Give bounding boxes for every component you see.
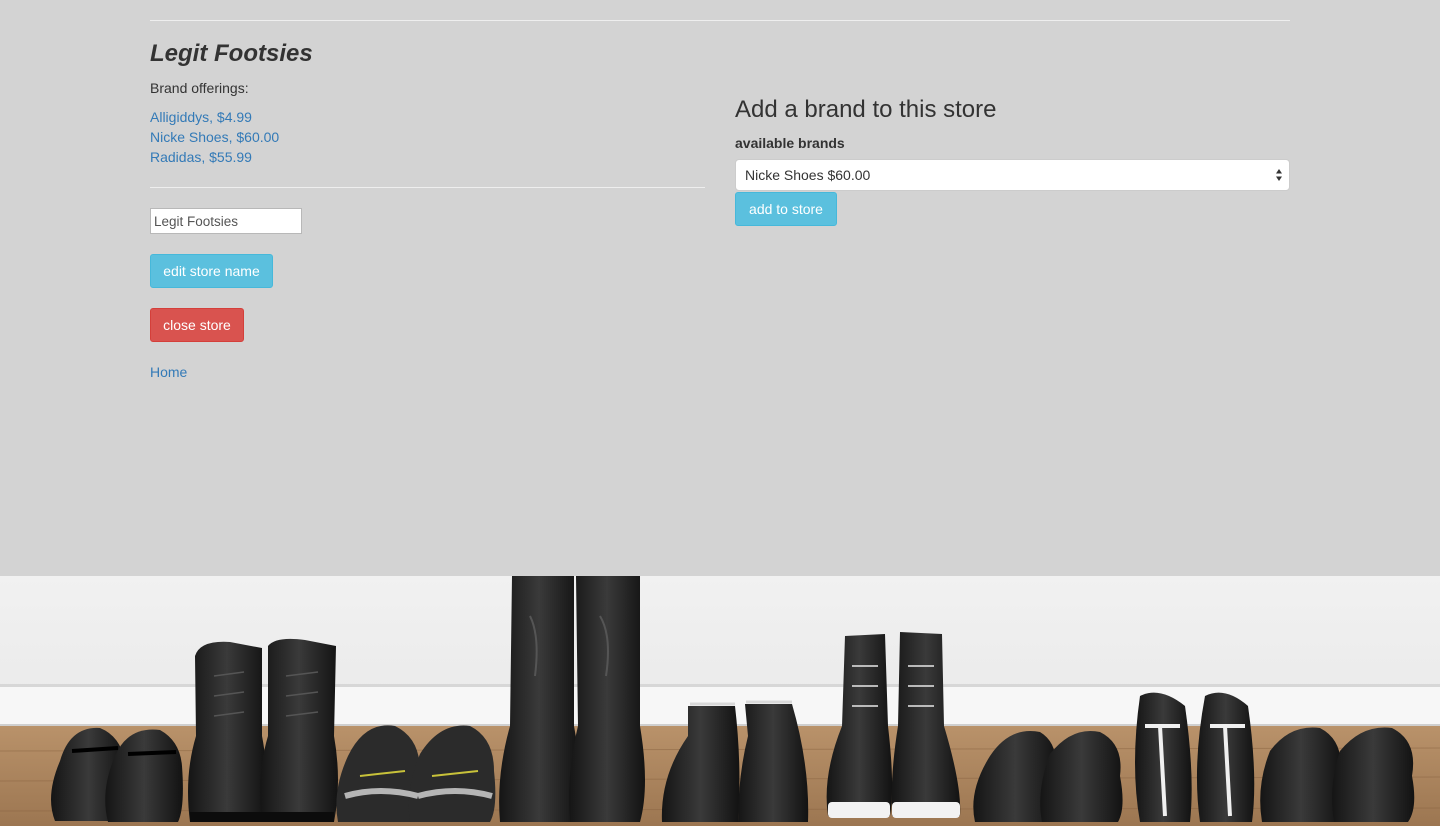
selected-brand-value: Nicke Shoes $60.00 xyxy=(745,167,871,183)
available-brands-select[interactable]: Nicke Shoes $60.00 xyxy=(735,159,1290,191)
updown-arrows-icon xyxy=(1275,168,1283,182)
add-brand-title: Add a brand to this store xyxy=(735,96,997,123)
section-divider xyxy=(150,187,705,188)
list-item: Nicke Shoes, $60.00 xyxy=(150,127,279,147)
available-brands-label: available brands xyxy=(735,135,845,151)
brand-link-radidas[interactable]: Radidas, $55.99 xyxy=(150,149,252,165)
list-item: Alligiddys, $4.99 xyxy=(150,107,279,127)
shoes-photo xyxy=(0,576,1440,826)
home-link[interactable]: Home xyxy=(150,363,187,381)
tall-boots xyxy=(499,576,645,822)
shoes-hero-image xyxy=(0,576,1440,826)
mary-jane-shoes xyxy=(51,727,183,822)
list-item: Radidas, $55.99 xyxy=(150,147,279,167)
store-title: Legit Footsies xyxy=(150,40,313,67)
brand-offerings-label: Brand offerings: xyxy=(150,80,249,96)
brand-list: Alligiddys, $4.99 Nicke Shoes, $60.00 Ra… xyxy=(150,107,279,167)
page-container: Legit Footsies Brand offerings: Alligidd… xyxy=(150,0,1290,576)
top-divider xyxy=(150,20,1290,21)
close-store-button[interactable]: close store xyxy=(150,308,244,342)
edit-store-name-button[interactable]: edit store name xyxy=(150,254,273,288)
store-name-input[interactable] xyxy=(150,208,302,234)
brand-link-alligiddys[interactable]: Alligiddys, $4.99 xyxy=(150,109,252,125)
brand-link-nicke-shoes[interactable]: Nicke Shoes, $60.00 xyxy=(150,129,279,145)
add-to-store-button[interactable]: add to store xyxy=(735,192,837,226)
